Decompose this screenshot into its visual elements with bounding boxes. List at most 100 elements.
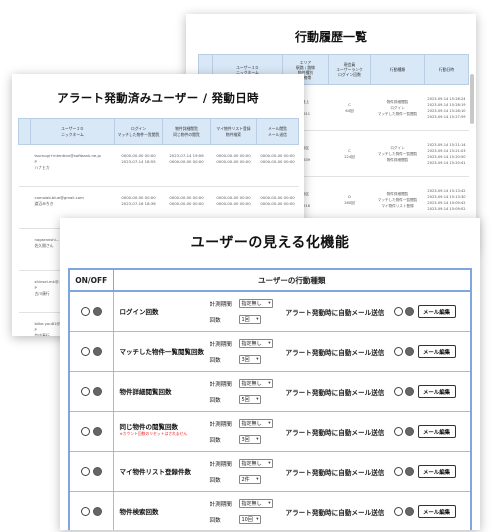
count-value: 2件 <box>241 477 250 483</box>
count-label: 回数 <box>209 357 221 364</box>
auto-mail-label: アラート発動時に自動メール送信 <box>285 469 385 477</box>
auto-mail-off-radio[interactable] <box>404 467 414 476</box>
on-radio[interactable] <box>80 427 90 436</box>
action-label: ログイン回数 <box>119 308 159 316</box>
table-row[interactable]: tsumugi+intention@softbank.ne.jp P ハナヒカ … <box>18 144 299 187</box>
history-col-datetime: 行動日時 <box>424 54 469 85</box>
mail-edit-button[interactable]: メール編集 <box>417 505 456 518</box>
period-label: 計測期間 <box>209 381 232 388</box>
off-radio[interactable] <box>92 467 102 476</box>
alert-cell-user: tsumugi+intention@softbank.ne.jp P ハナヒカ <box>30 144 115 187</box>
onoff-cell <box>68 371 114 412</box>
chevron-down-icon: ▾ <box>256 397 259 402</box>
count-value: 3回 <box>241 357 250 363</box>
alert-cell <box>18 312 31 336</box>
table-row: ログイン回数 計測期間 指定無し ▾ 回数 1回 ▾ アラート発動時に自動メール送信… <box>68 290 472 332</box>
auto-mail-on-radio[interactable] <box>393 507 403 516</box>
alert-cell-mail: 0000-00-00 00:00 0000-00-00 00:00 <box>256 144 299 187</box>
alert-col-detail: 物件詳細閲覧 同じ物件の閲覧 <box>162 118 211 145</box>
on-radio[interactable] <box>80 467 90 476</box>
auto-mail-on-radio[interactable] <box>393 427 403 436</box>
off-radio[interactable] <box>92 387 102 396</box>
auto-mail-label: アラート発動時に自動メール送信 <box>285 309 385 317</box>
chevron-down-icon: ▾ <box>268 421 271 426</box>
on-radio[interactable] <box>80 347 90 356</box>
mail-edit-button[interactable]: メール編集 <box>417 425 456 438</box>
count-select[interactable]: 3回 ▾ <box>238 435 261 444</box>
chevron-down-icon: ▾ <box>256 357 259 362</box>
visual-title: ユーザーの見える化機能 <box>190 235 350 251</box>
auto-mail-off-radio[interactable] <box>404 347 414 356</box>
period-select[interactable]: 指定無し ▾ <box>238 419 273 428</box>
auto-mail-on-radio[interactable] <box>393 347 403 356</box>
auto-mail-on-radio[interactable] <box>393 387 403 396</box>
alert-title: アラート発動済みユーザー / 発動日時 <box>57 91 259 105</box>
history-cell-datetime: 2023-09-14 15:21:14 2023-09-14 15:21:03 … <box>424 130 469 177</box>
off-radio[interactable] <box>92 507 102 516</box>
mail-edit-button[interactable]: メール編集 <box>417 345 456 358</box>
period-label: 計測期間 <box>209 461 232 468</box>
alert-cell <box>18 144 31 187</box>
period-select[interactable]: 指定無し ▾ <box>238 379 273 388</box>
history-cell-action: 物件詳細閲覧 ログイン マッチした物件一覧閲覧 <box>370 84 425 131</box>
count-select[interactable]: 1回 ▾ <box>238 315 261 324</box>
table-row: 物件検索回数 計測期間 指定無し ▾ 回数 10回 ▾ アラート発動時に自動メール送… <box>68 491 472 530</box>
period-value: 指定無し <box>241 381 262 387</box>
auto-mail-on-radio[interactable] <box>393 307 403 316</box>
auto-mail-off-radio[interactable] <box>404 427 414 436</box>
period-select[interactable]: 指定無し ▾ <box>238 339 273 348</box>
off-radio[interactable] <box>92 427 102 436</box>
action-label: 物件詳細閲覧回数 <box>119 388 172 396</box>
period-value: 指定無し <box>241 501 262 507</box>
period-label: 計測期間 <box>209 501 232 508</box>
table-row: 物件詳細閲覧回数 計測期間 指定無し ▾ 回数 5回 ▾ アラート発動時に自動メール… <box>68 371 472 412</box>
alert-cell <box>18 228 31 271</box>
alert-cell <box>18 270 31 313</box>
on-radio[interactable] <box>80 307 90 316</box>
count-label: 回数 <box>209 477 221 484</box>
auto-mail-off-radio[interactable] <box>404 307 414 316</box>
count-label: 回数 <box>209 437 221 444</box>
count-value: 3回 <box>241 437 250 443</box>
mail-edit-button[interactable]: メール編集 <box>417 305 456 318</box>
action-cell: マッチした物件一覧閲覧回数 計測期間 指定無し ▾ 回数 3回 ▾ アラート発動時に… <box>112 331 472 372</box>
period-value: 指定無し <box>241 421 262 427</box>
action-label: 同じ物件の閲覧回数 <box>119 423 179 431</box>
count-select[interactable]: 10回 ▾ <box>238 515 261 524</box>
history-scrollbar[interactable] <box>470 74 474 124</box>
action-label: 物件検索回数 <box>119 508 159 516</box>
chevron-down-icon: ▾ <box>256 517 259 522</box>
auto-mail-on-radio[interactable] <box>393 467 403 476</box>
auto-mail-off-radio[interactable] <box>404 387 414 396</box>
alert-col-mail: メール閲覧 メール送信 <box>256 118 299 145</box>
period-label: 計測期間 <box>209 301 232 308</box>
count-value: 5回 <box>241 397 250 403</box>
off-radio[interactable] <box>92 347 102 356</box>
period-select[interactable]: 指定無し ▾ <box>238 459 273 468</box>
history-cell-action: 物件詳細閲覧 マッチした物件一覧閲覧 マイ物件リスト登録 <box>370 176 425 223</box>
off-radio[interactable] <box>92 307 102 316</box>
alert-col-mylist: マイ物件リスト登録 物件検索 <box>210 118 257 145</box>
alert-header-row: ユーザーＩＤ ニックネーム ログイン マッチした物件一覧閲覧 物件詳細閲覧 同じ… <box>18 118 299 145</box>
onoff-cell <box>68 331 114 372</box>
mail-edit-button[interactable]: メール編集 <box>417 385 456 398</box>
on-radio[interactable] <box>80 507 90 516</box>
header-action-types: ユーザーの行動種類 <box>112 268 472 292</box>
count-select[interactable]: 3回 ▾ <box>238 355 261 364</box>
auto-mail-off-radio[interactable] <box>404 507 414 516</box>
onoff-cell <box>68 451 114 492</box>
visual-panel: ユーザーの見える化機能 ON/OFF ユーザーの行動種類 ログイン回数 計測期間… <box>60 218 480 530</box>
period-select[interactable]: 指定無し ▾ <box>238 499 273 508</box>
chevron-down-icon: ▾ <box>256 477 259 482</box>
count-label: 回数 <box>209 317 221 324</box>
count-select[interactable]: 5回 ▾ <box>238 395 261 404</box>
history-col-action: 行動種類 <box>370 54 425 85</box>
history-col-rank: 現会員 ユーザーランク ログイン回数 <box>328 54 371 85</box>
period-value: 指定無し <box>241 461 262 467</box>
history-cell-datetime: 2023-09-14 15:13:42 2023-09-14 15:13:30 … <box>424 176 469 223</box>
table-row: 同じ物件の閲覧回数 ※カウント回数のリセットはされません 計測期間 指定無し ▾ … <box>68 411 472 452</box>
count-select[interactable]: 2件 ▾ <box>238 475 261 484</box>
mail-edit-button[interactable]: メール編集 <box>417 465 456 478</box>
on-radio[interactable] <box>80 387 90 396</box>
period-select[interactable]: 指定無し ▾ <box>238 299 273 308</box>
